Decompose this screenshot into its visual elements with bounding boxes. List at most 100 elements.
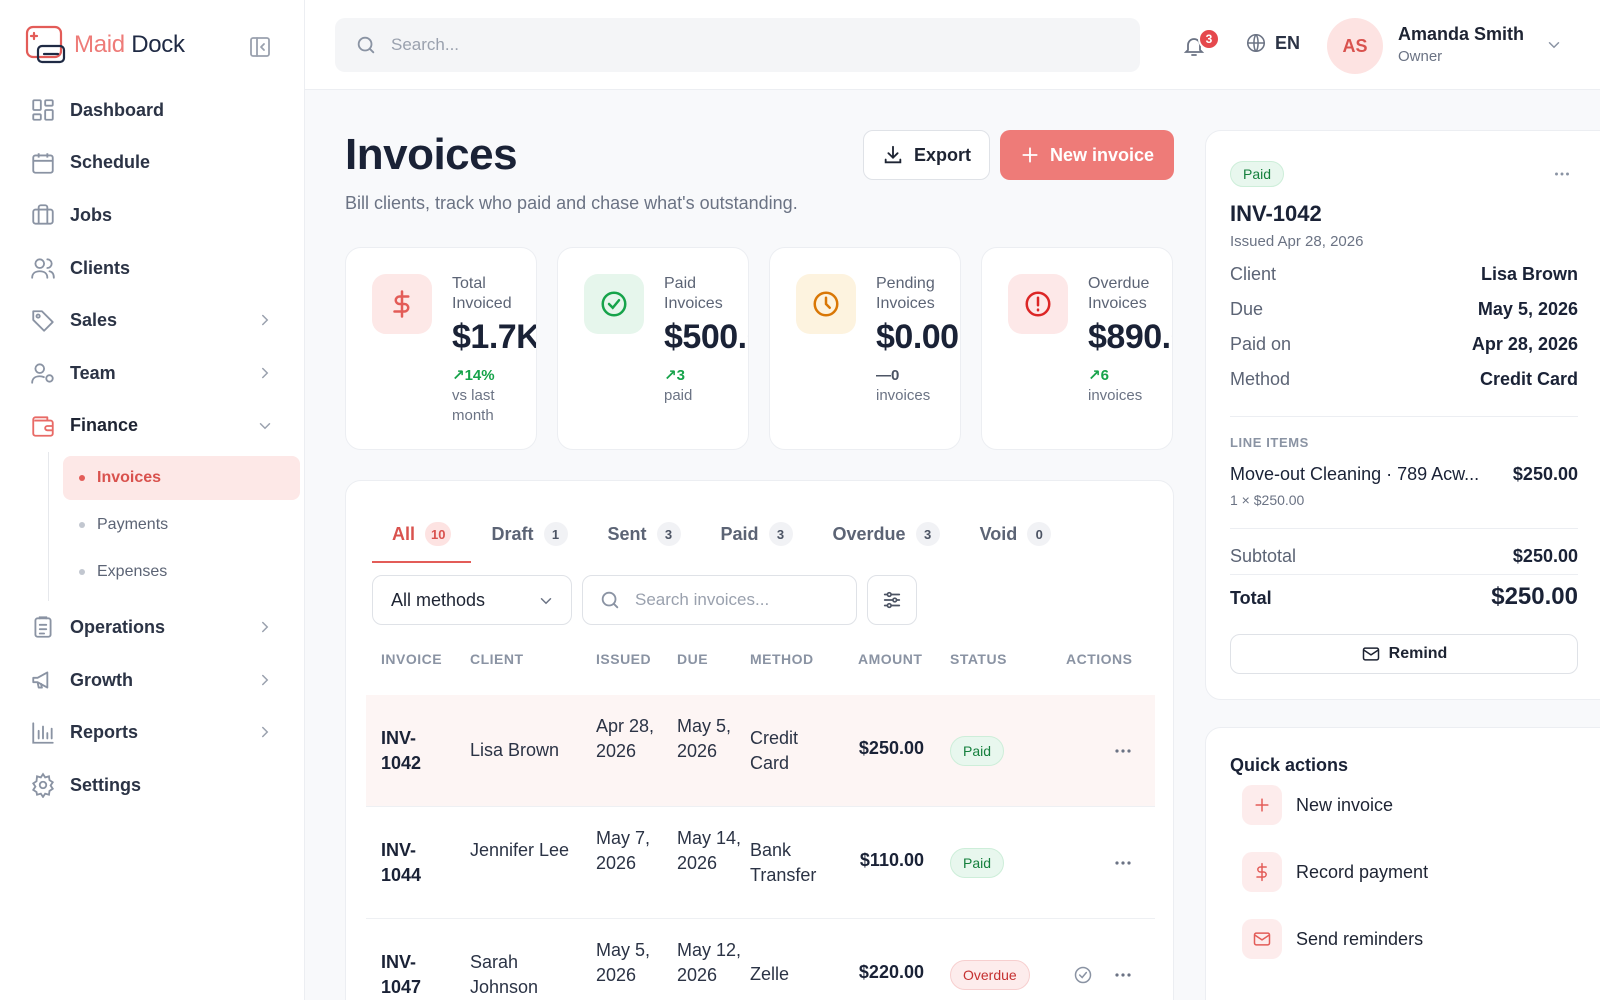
column-header-status[interactable]: STATUS [950,651,1007,667]
tab-void[interactable]: Void 0 [960,507,1072,561]
sidebar-item-finance[interactable]: Finance [24,400,292,453]
remind-button[interactable]: Remind [1230,634,1578,674]
sidebar-item-sales[interactable]: Sales [24,294,292,347]
divider [1230,528,1578,529]
cell-status: Paid [950,848,1005,878]
table-row[interactable]: INV-1042 Lisa Brown Apr 28, 2026 May 5, … [366,695,1155,807]
bar-chart-icon [30,720,56,746]
cell-client: Sarah Johnson [470,952,539,997]
global-search-input[interactable] [391,35,1091,55]
field-value: Apr 28, 2026 [1471,334,1578,354]
clipboard-icon [30,614,56,640]
sidebar-item-operations[interactable]: Operations [24,601,292,654]
stat-card-total-invoiced: Total Invoiced $1.7K ↗14% vs last month [345,247,537,450]
quick-action-label: Send reminders [1296,928,1424,949]
detail-field-client: Client Lisa Brown [1230,264,1578,285]
export-button[interactable]: Export [863,130,990,180]
tab-paid[interactable]: Paid 3 [701,507,813,561]
tab-label: Paid [720,523,759,544]
tag-icon [30,308,56,334]
avatar[interactable]: AS [1327,18,1383,74]
stat-note: invoices [876,387,931,404]
trend-up-icon: ↗ [664,367,677,384]
page-subtitle: Bill clients, track who paid and chase w… [345,193,798,213]
tab-label: Sent [607,523,647,544]
brand[interactable]: Maid Dock [24,24,185,66]
cell-invoice[interactable]: INV-1044 [381,838,451,888]
tab-all[interactable]: All 10 [372,507,472,563]
invoice-search[interactable] [582,575,857,625]
sidebar-item-clients[interactable]: Clients [24,242,292,295]
more-horizontal-icon[interactable] [1111,739,1135,763]
chevron-down-icon[interactable] [1545,36,1563,54]
sidebar-item-dashboard[interactable]: Dashboard [24,84,292,137]
chevron-down-icon [537,592,555,610]
chevron-right-icon [256,364,274,382]
cell-method: Credit Card [750,728,799,773]
sidebar-collapse-icon[interactable] [248,35,272,59]
quick-action-send-reminders[interactable]: Send reminders [1242,919,1423,959]
cell-invoice[interactable]: INV-1042 [381,726,451,776]
column-header-method[interactable]: METHOD [750,651,814,667]
sidebar-item-reports[interactable]: Reports [24,706,292,759]
table-row[interactable]: INV-1044 Jennifer Lee May 7, 2026 May 14… [366,807,1155,919]
sidebar-subitem-payments[interactable]: Payments [63,503,300,547]
more-horizontal-icon[interactable] [1111,851,1135,875]
stat-delta-value: 0 [891,367,900,384]
calendar-icon [30,150,56,176]
tab-count: 3 [915,522,940,546]
new-invoice-label: New invoice [1049,144,1155,165]
stat-label: Paid Invoices [664,275,723,312]
detail-invoice-id: INV-1042 [1230,201,1322,226]
sidebar-item-jobs[interactable]: Jobs [24,189,292,242]
gear-icon [30,772,56,799]
invoice-search-input[interactable] [635,590,835,610]
quick-action-record-payment[interactable]: Record payment [1242,852,1428,892]
column-header-amount[interactable]: AMOUNT [858,651,922,667]
column-header-invoice[interactable]: INVOICE [381,651,442,667]
global-search[interactable] [335,18,1140,72]
sidebar-item-label: Reports [70,722,139,743]
field-value: Credit Card [1479,369,1578,389]
field-key: Method [1230,369,1291,389]
tab-overdue[interactable]: Overdue 3 [813,507,960,561]
cell-amount: $220.00 [858,962,924,982]
sidebar-item-label: Team [70,362,116,383]
user-name[interactable]: Amanda Smith [1398,24,1524,45]
sidebar-subitem-expenses[interactable]: Expenses [63,550,300,594]
method-filter-select[interactable]: All methods [372,575,572,625]
search-icon [599,589,635,611]
cell-issued: Apr 28, 2026 [596,716,655,761]
quick-actions-title: Quick actions [1230,755,1349,775]
chevron-right-icon [256,671,274,689]
filter-settings-button[interactable] [867,575,917,625]
language-switcher[interactable]: EN [1245,32,1300,54]
table-row[interactable]: INV-1047 Sarah Johnson May 5, 2026 May 1… [366,919,1155,1000]
bullet-dot [79,475,85,482]
status-badge: Paid [950,848,1005,878]
column-header-issued[interactable]: ISSUED [596,651,651,667]
stat-delta: ↗6 invoices [1088,366,1168,406]
column-header-due[interactable]: DUE [677,651,708,667]
cell-client: Jennifer Lee [470,840,570,860]
language-label: EN [1275,32,1301,53]
line-item-amount: $250.00 [1512,464,1578,484]
sidebar-subitem-invoices[interactable]: Invoices [63,456,300,501]
sidebar-item-team[interactable]: Team [24,347,292,400]
more-horizontal-icon[interactable] [1111,963,1135,987]
new-invoice-button[interactable]: New invoice [1000,130,1174,180]
cell-invoice[interactable]: INV-1047 [381,950,451,1000]
detail-field-due: Due May 5, 2026 [1230,299,1578,320]
trend-flat-icon: — [876,367,891,384]
sidebar-item-growth[interactable]: Growth [24,654,292,707]
stat-value: $500.00 [664,318,748,356]
mark-paid-icon[interactable] [1073,965,1093,985]
sidebar-item-settings[interactable]: Settings [24,759,292,812]
tab-draft[interactable]: Draft 1 [471,507,587,561]
quick-action-new-invoice[interactable]: New invoice [1242,785,1393,825]
page-title: Invoices [345,130,518,179]
sidebar-item-schedule[interactable]: Schedule [24,137,292,190]
more-horizontal-icon[interactable] [1551,163,1573,185]
column-header-client[interactable]: CLIENT [470,651,524,667]
tab-sent[interactable]: Sent 3 [588,507,701,561]
